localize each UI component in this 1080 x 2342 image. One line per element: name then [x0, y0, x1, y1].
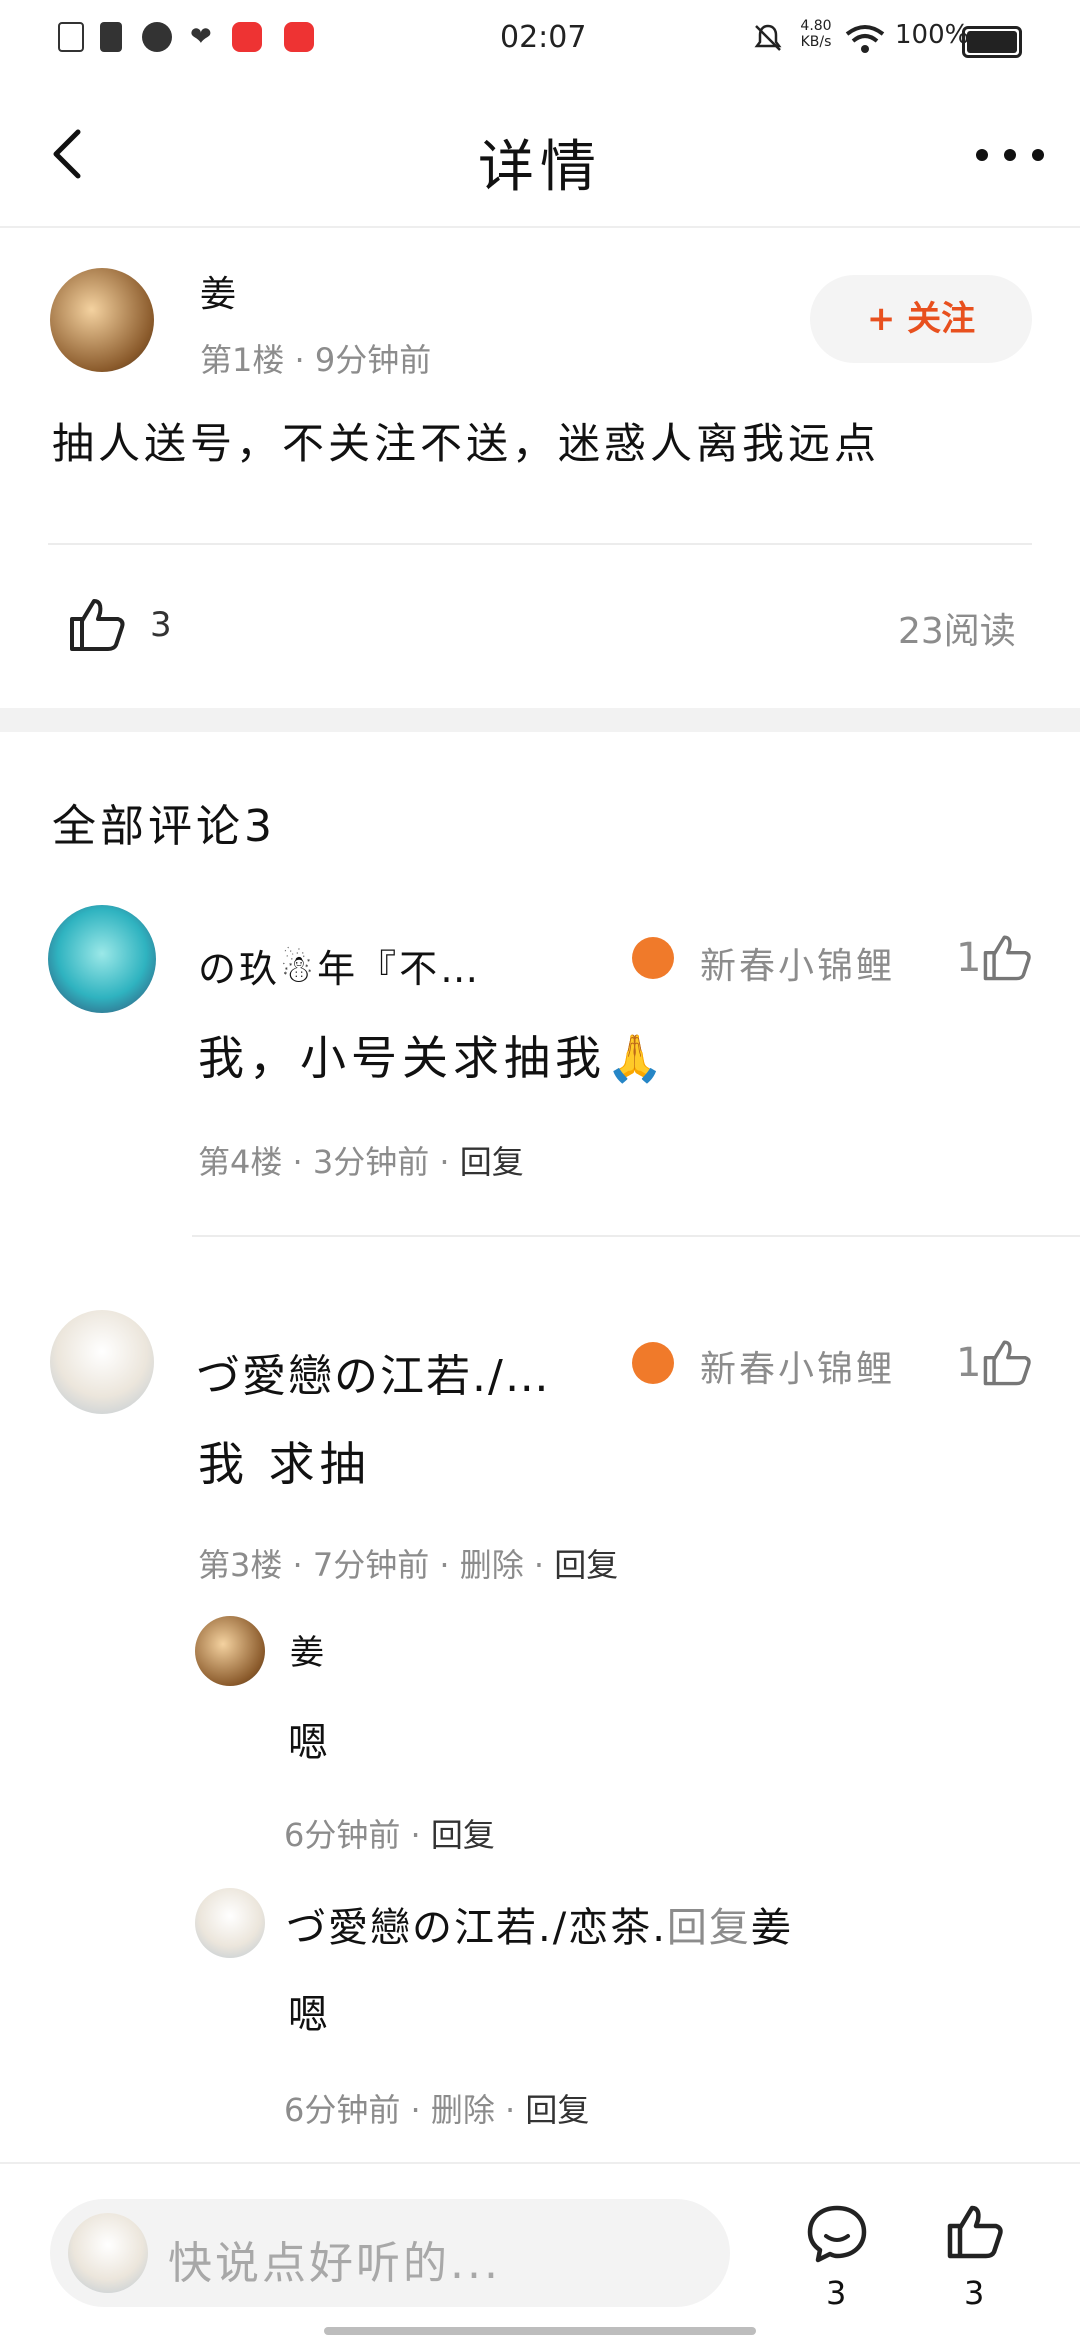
notification-icon	[58, 22, 84, 52]
divider	[48, 543, 1032, 545]
clipboard-icon	[100, 22, 122, 52]
comment-like-count: 1	[956, 935, 982, 981]
page-title: 详情	[478, 135, 602, 200]
read-count: 23阅读	[898, 611, 1016, 652]
thumbs-up-icon[interactable]	[982, 1337, 1032, 1387]
network-speed: 4.80 KB/s	[800, 18, 832, 50]
reply-link[interactable]: 回复	[431, 1816, 495, 1854]
more-icon[interactable]	[970, 140, 1050, 170]
comment-text: 我，小号关求抽我🙏	[198, 1031, 669, 1085]
reply-text: 嗯	[288, 1720, 328, 1766]
comment-input[interactable]: 快说点好听的...	[50, 2199, 730, 2307]
thumbs-up-icon[interactable]	[946, 2202, 1004, 2260]
bottom-bar: 快说点好听的... 3 3	[0, 2162, 1080, 2342]
replier-avatar[interactable]	[195, 1616, 265, 1686]
post-meta: 第1楼 · 9分钟前	[200, 341, 432, 379]
replier-avatar[interactable]	[195, 1888, 265, 1958]
comment-count: 3	[826, 2274, 847, 2312]
comments-header: 全部评论3	[52, 801, 276, 852]
commenter-name[interactable]: づ愛戀の江若./…	[196, 1340, 551, 1404]
badge-label: 新春小锦鲤	[700, 946, 896, 987]
comment-meta: 第3楼 · 7分钟前 · 删除 · 回复	[198, 1546, 619, 1584]
author-name[interactable]: 姜	[200, 265, 236, 317]
replier-name[interactable]: づ愛戀の江若./恋茶.	[286, 1905, 667, 1951]
commenter-name[interactable]: の玖☃年『不…	[198, 938, 481, 993]
badge-label: 新春小锦鲤	[700, 1349, 896, 1390]
comment-like-count: 1	[956, 1340, 982, 1386]
badge-icon	[632, 937, 674, 979]
home-indicator	[324, 2327, 756, 2335]
post-content: 抽人送号，不关注不送，迷惑人离我远点	[52, 419, 881, 468]
mute-bell-icon	[754, 24, 782, 51]
replier-name[interactable]: 姜	[290, 1625, 324, 1674]
reply-link[interactable]: 回复	[460, 1143, 524, 1181]
commenter-avatar[interactable]	[48, 905, 156, 1013]
battery-percent: 100%	[895, 20, 970, 50]
section-separator	[0, 708, 1080, 732]
battery-icon	[962, 26, 1022, 58]
heart-icon: ❤	[190, 22, 212, 52]
wechat-icon	[142, 22, 172, 52]
status-time: 02:07	[500, 20, 587, 55]
thumbs-up-icon[interactable]	[982, 932, 1032, 982]
comment-icon[interactable]	[806, 2204, 868, 2264]
reply-link[interactable]: 回复	[554, 1546, 618, 1584]
thumbs-up-icon[interactable]	[68, 595, 126, 653]
reply-meta: 6分钟前 · 回复	[284, 1816, 495, 1854]
comment-input-placeholder: 快说点好听的...	[168, 2238, 501, 2289]
reply-link[interactable]: 回复	[525, 2091, 589, 2129]
commenter-avatar[interactable]	[50, 1310, 154, 1414]
comment-meta: 第4楼 · 3分钟前 · 回复	[198, 1143, 524, 1181]
reply-meta: 6分钟前 · 删除 · 回复	[284, 2091, 590, 2129]
user-avatar	[68, 2213, 148, 2293]
reply-target-name[interactable]: 姜	[751, 1905, 793, 1951]
reply-text: 嗯	[288, 1992, 328, 2038]
badge-icon	[632, 1342, 674, 1384]
like-count: 3	[964, 2274, 985, 2312]
app-icon	[232, 22, 262, 52]
status-bar: ❤ 02:07 4.80 KB/s 100%	[0, 0, 1080, 80]
divider	[192, 1235, 1080, 1237]
post-like-count: 3	[150, 605, 172, 645]
app-icon	[284, 22, 314, 52]
comment-text: 我 求抽	[198, 1437, 371, 1491]
follow-button[interactable]: + 关注	[810, 275, 1032, 363]
top-nav: 详情	[0, 80, 1080, 228]
author-avatar[interactable]	[50, 268, 154, 372]
reply-header: づ愛戀の江若./恋茶.回复姜	[286, 1905, 793, 1951]
wifi-icon	[845, 25, 885, 53]
